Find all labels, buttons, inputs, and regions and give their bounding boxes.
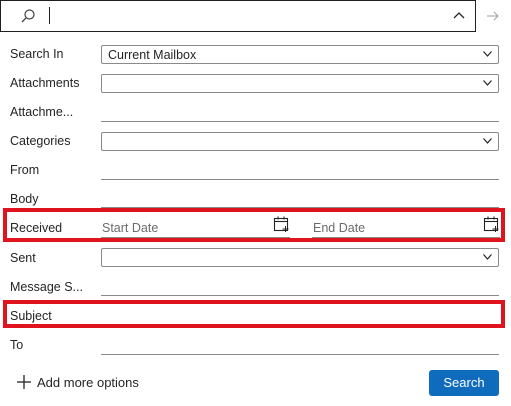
subject-row-highlight [3, 300, 505, 328]
from-label: From [10, 163, 40, 177]
sent-dropdown[interactable] [101, 248, 499, 267]
add-more-options-label: Add more options [37, 375, 139, 390]
attachments-label: Attachments [10, 76, 80, 90]
attachment-name-input[interactable] [101, 102, 499, 122]
search-box[interactable] [0, 0, 476, 32]
from-input[interactable] [101, 160, 499, 180]
search-button[interactable]: Search [429, 370, 499, 396]
message-size-label: Message S... [10, 280, 83, 294]
search-in-value: Current Mailbox [108, 48, 197, 62]
body-input[interactable] [101, 188, 499, 208]
search-in-dropdown[interactable]: Current Mailbox [101, 45, 499, 64]
search-icon [21, 9, 35, 23]
chevron-down-icon [483, 80, 492, 86]
categories-label: Categories [10, 134, 71, 148]
message-size-input[interactable] [101, 276, 499, 296]
to-input[interactable] [101, 335, 499, 355]
attachments-dropdown[interactable] [101, 74, 499, 93]
arrow-right-icon[interactable] [486, 9, 500, 23]
attachment-name-label: Attachme... [10, 105, 74, 119]
sent-label: Sent [10, 251, 36, 265]
received-row-highlight [3, 208, 505, 242]
categories-dropdown[interactable] [101, 132, 499, 151]
plus-icon [17, 375, 31, 389]
chevron-down-icon [483, 254, 492, 260]
chevron-up-icon[interactable] [452, 8, 466, 22]
chevron-down-icon [483, 51, 492, 57]
search-in-label: Search In [10, 47, 64, 61]
search-input-caret[interactable] [49, 7, 50, 24]
to-label: To [10, 338, 24, 352]
chevron-down-icon [483, 138, 492, 144]
body-label: Body [10, 192, 39, 206]
